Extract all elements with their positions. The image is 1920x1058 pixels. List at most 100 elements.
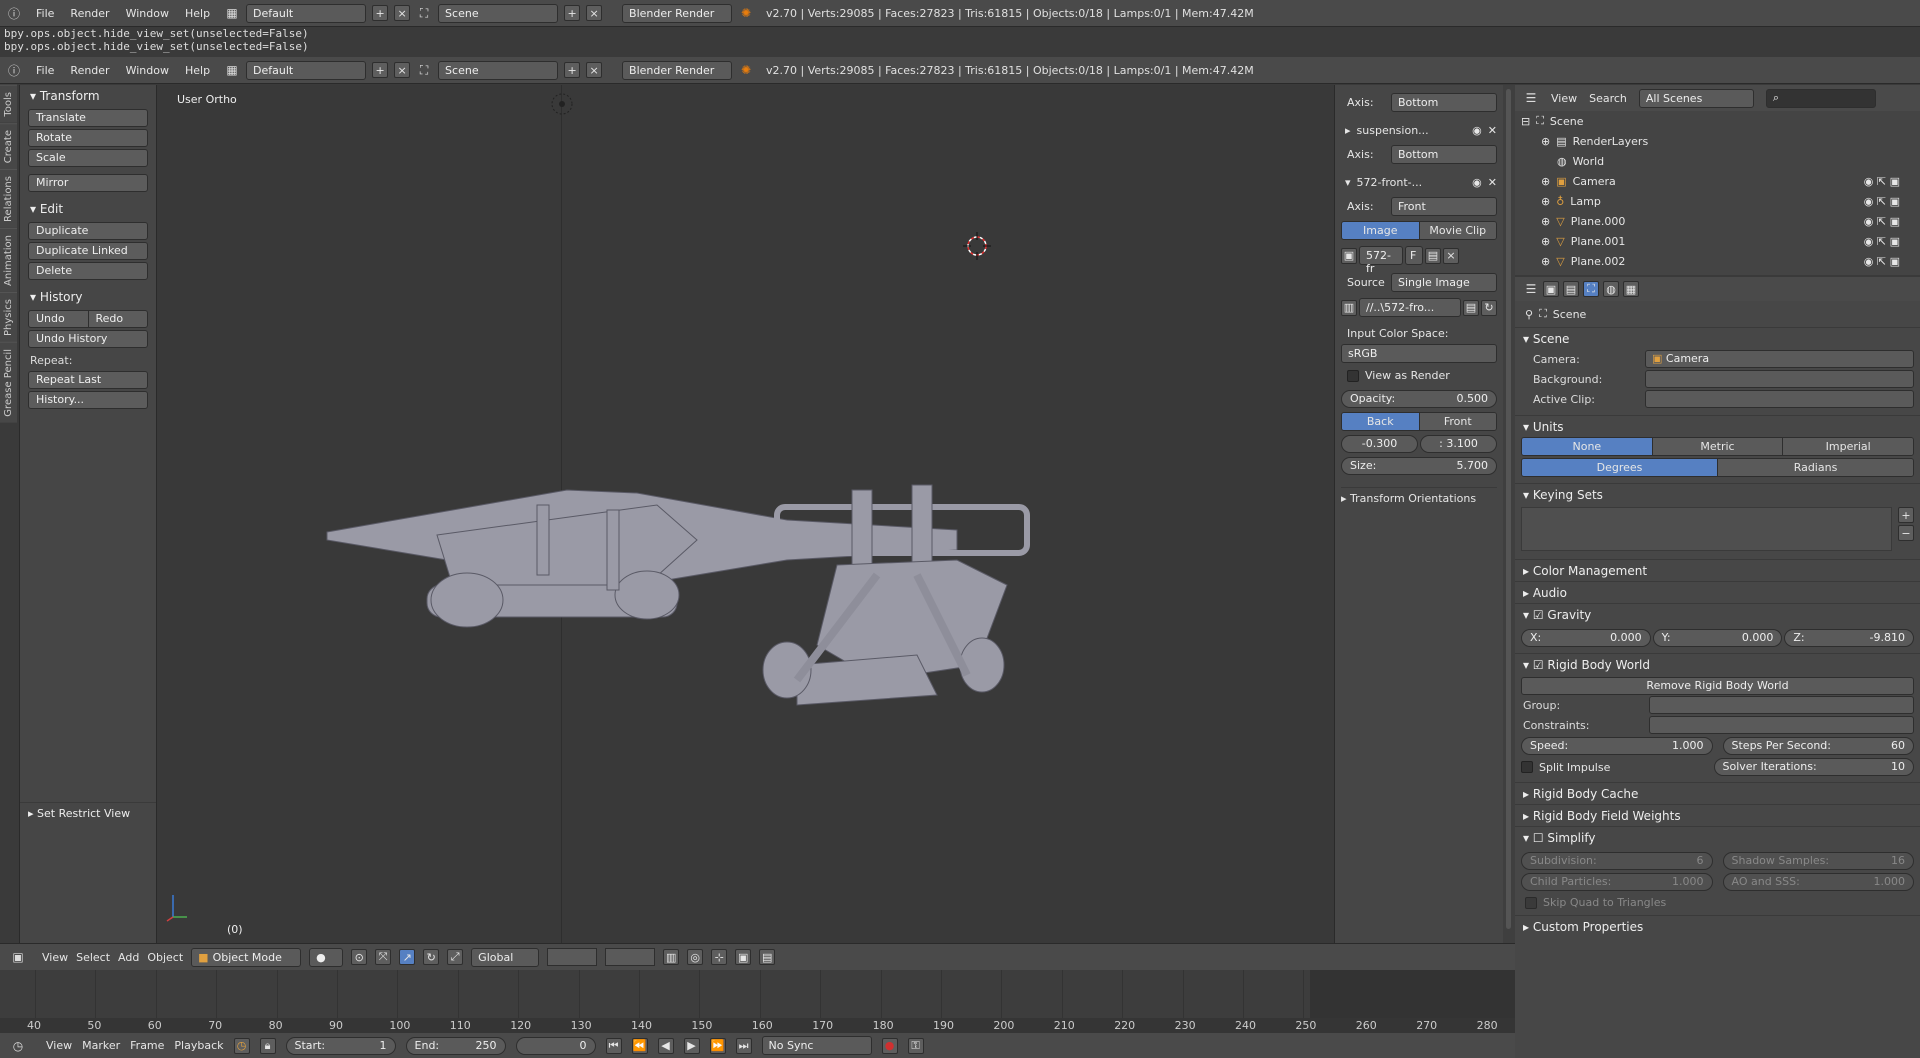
select-menu[interactable]: Select: [76, 951, 110, 964]
source-select[interactable]: Single Image: [1391, 273, 1497, 292]
shading-select[interactable]: ●: [309, 947, 344, 967]
world-tab-icon[interactable]: ◍: [1603, 281, 1619, 297]
timeline[interactable]: 40 50 60 70 80 90 100 110 120 130 140 150 160 170 180 1…: [0, 970, 1515, 1033]
menu-window[interactable]: Window: [126, 7, 169, 20]
layout-close-icon[interactable]: ×: [394, 62, 411, 78]
back-tab[interactable]: Back: [1342, 413, 1420, 430]
tree-item-plane-000[interactable]: ⊕ ▽ Plane.000 ◉ ⇱ ▣: [1521, 211, 1920, 231]
split-impulse-toggle[interactable]: Split Impulse: [1521, 761, 1704, 774]
render-tab-icon[interactable]: ▣: [1543, 281, 1559, 297]
tree-item-plane-001[interactable]: ⊕ ▽ Plane.001 ◉ ⇱ ▣: [1521, 231, 1920, 251]
opacity-slider[interactable]: Opacity: 0.500: [1341, 390, 1497, 408]
jump-start-icon[interactable]: ⏮: [605, 1037, 622, 1054]
history-panel-header[interactable]: ▾ History: [20, 286, 156, 308]
steps-per-second-field[interactable]: Steps Per Second: 60: [1722, 737, 1914, 755]
current-frame-field[interactable]: 0: [515, 1036, 596, 1055]
outliner-search-menu[interactable]: Search: [1589, 92, 1627, 105]
gravity-z-field[interactable]: Z: -9.810: [1784, 629, 1915, 647]
menu-help[interactable]: Help: [185, 64, 210, 77]
scene-close-icon[interactable]: ×: [586, 62, 603, 78]
image-browse-icon[interactable]: ▣: [1341, 247, 1357, 264]
outliner-search-input[interactable]: ⌕: [1765, 88, 1876, 108]
layout-add-icon[interactable]: +: [372, 62, 389, 78]
add-keying-set-icon[interactable]: +: [1898, 507, 1914, 523]
tab-physics[interactable]: Physics: [0, 291, 17, 342]
color-space-select[interactable]: sRGB: [1341, 344, 1497, 363]
add-menu[interactable]: Add: [118, 951, 139, 964]
movie-clip-tab[interactable]: Movie Clip: [1419, 222, 1496, 239]
start-frame-field[interactable]: Start: 1: [285, 1036, 396, 1055]
constraints-field[interactable]: [1649, 716, 1914, 734]
sync-mode-select[interactable]: No Sync: [761, 1036, 872, 1055]
visibility-icons[interactable]: ◉ ⇱ ▣: [1864, 195, 1900, 208]
layout-close-icon[interactable]: ×: [394, 5, 411, 21]
layout-grid-icon[interactable]: ▦: [224, 5, 240, 21]
play-reverse-icon[interactable]: ◀: [657, 1037, 674, 1054]
view-as-render-checkbox[interactable]: [1347, 369, 1359, 382]
editor-type-icon[interactable]: ▣: [10, 949, 26, 965]
remove-rigid-body-world-button[interactable]: Remove Rigid Body World: [1521, 677, 1914, 695]
layout-field[interactable]: Default: [246, 60, 367, 80]
orientation-select[interactable]: Global: [471, 947, 540, 967]
offset-y-field[interactable]: : 3.100: [1420, 435, 1497, 453]
visibility-icons[interactable]: ◉ ⇱ ▣: [1864, 175, 1900, 188]
pack-icon[interactable]: ▥: [1341, 299, 1357, 316]
speed-field[interactable]: Speed: 1.000: [1521, 737, 1713, 755]
rigid-body-field-weights-panel[interactable]: ▸ Rigid Body Field Weights: [1515, 804, 1920, 826]
blender-info-icon[interactable]: ⓘ: [6, 62, 22, 78]
tree-item-plane-002[interactable]: ⊕ ▽ Plane.002 ◉ ⇱ ▣: [1521, 251, 1920, 271]
menu-file[interactable]: File: [36, 64, 54, 77]
scene-field[interactable]: Scene: [438, 3, 559, 23]
fake-user-toggle[interactable]: F: [1405, 246, 1423, 265]
tab-animation[interactable]: Animation: [0, 227, 17, 292]
3d-cursor-icon[interactable]: [962, 231, 992, 261]
undo-history-button[interactable]: Undo History: [28, 330, 148, 348]
tree-item-renderlayers[interactable]: ⊕ ▤ RenderLayers: [1521, 131, 1920, 151]
reload-icon[interactable]: ↻: [1481, 299, 1497, 316]
delete-button[interactable]: Delete: [28, 262, 148, 280]
layout-add-icon[interactable]: +: [372, 5, 389, 21]
set-restrict-view-panel[interactable]: ▸ Set Restrict View: [20, 802, 156, 824]
pin-icon[interactable]: ⚲: [1525, 308, 1533, 321]
lock-icon[interactable]: 🔒︎: [259, 1037, 276, 1054]
menu-help[interactable]: Help: [185, 7, 210, 20]
visibility-icons[interactable]: ◉ ⇱ ▣: [1864, 215, 1900, 228]
frame-menu[interactable]: Frame: [130, 1039, 164, 1052]
jump-end-icon[interactable]: ⏭: [735, 1037, 752, 1054]
axis-select-2[interactable]: Bottom: [1391, 145, 1497, 164]
proportional-edit-icon[interactable]: ◎: [687, 949, 704, 965]
eye-icon[interactable]: ◉: [1472, 124, 1482, 137]
unit-none[interactable]: None: [1522, 438, 1653, 455]
manipulator-icon[interactable]: ⤧: [375, 949, 392, 965]
expand-icon[interactable]: ⊕: [1541, 255, 1550, 268]
render-animation-icon[interactable]: ▤: [759, 949, 776, 965]
view-menu[interactable]: View: [42, 951, 68, 964]
expand-icon[interactable]: ⊕: [1541, 235, 1550, 248]
scene-add-icon[interactable]: +: [564, 5, 581, 21]
expand-icon[interactable]: ⊕: [1541, 135, 1550, 148]
rigid-body-cache-panel[interactable]: ▸ Rigid Body Cache: [1515, 782, 1920, 804]
offset-x-field[interactable]: -0.300: [1341, 435, 1418, 453]
render-engine-select[interactable]: Blender Render: [622, 3, 733, 23]
history-menu-button[interactable]: History...: [28, 391, 148, 409]
tree-item-scene[interactable]: ⊟ ⛶ Scene: [1521, 111, 1920, 131]
rotation-degrees[interactable]: Degrees: [1522, 459, 1718, 476]
layout-grid-icon[interactable]: ▦: [224, 62, 240, 78]
audio-panel[interactable]: ▸ Audio: [1515, 581, 1920, 603]
redo-button[interactable]: Redo: [89, 311, 148, 327]
blender-info-icon[interactable]: ⓘ: [6, 5, 22, 21]
tree-item-world[interactable]: ◍ World: [1521, 151, 1920, 171]
ao-sss-field[interactable]: AO and SSS: 1.000: [1722, 873, 1914, 891]
skip-quad-checkbox[interactable]: [1525, 896, 1537, 909]
layers-tab-icon[interactable]: ▤: [1563, 281, 1579, 297]
split-impulse-checkbox[interactable]: [1521, 761, 1533, 773]
tab-create[interactable]: Create: [0, 122, 17, 169]
unlink-icon[interactable]: ×: [1443, 247, 1459, 264]
remove-icon[interactable]: ✕: [1488, 124, 1497, 137]
playback-menu[interactable]: Playback: [174, 1039, 223, 1052]
view-as-render-row[interactable]: View as Render: [1347, 369, 1497, 382]
jump-key-back-icon[interactable]: ⏪: [631, 1037, 648, 1054]
skip-quad-toggle[interactable]: Skip Quad to Triangles: [1525, 896, 1914, 909]
collapse-icon[interactable]: ▾: [1345, 176, 1351, 189]
duplicate-button[interactable]: Duplicate: [28, 222, 148, 240]
